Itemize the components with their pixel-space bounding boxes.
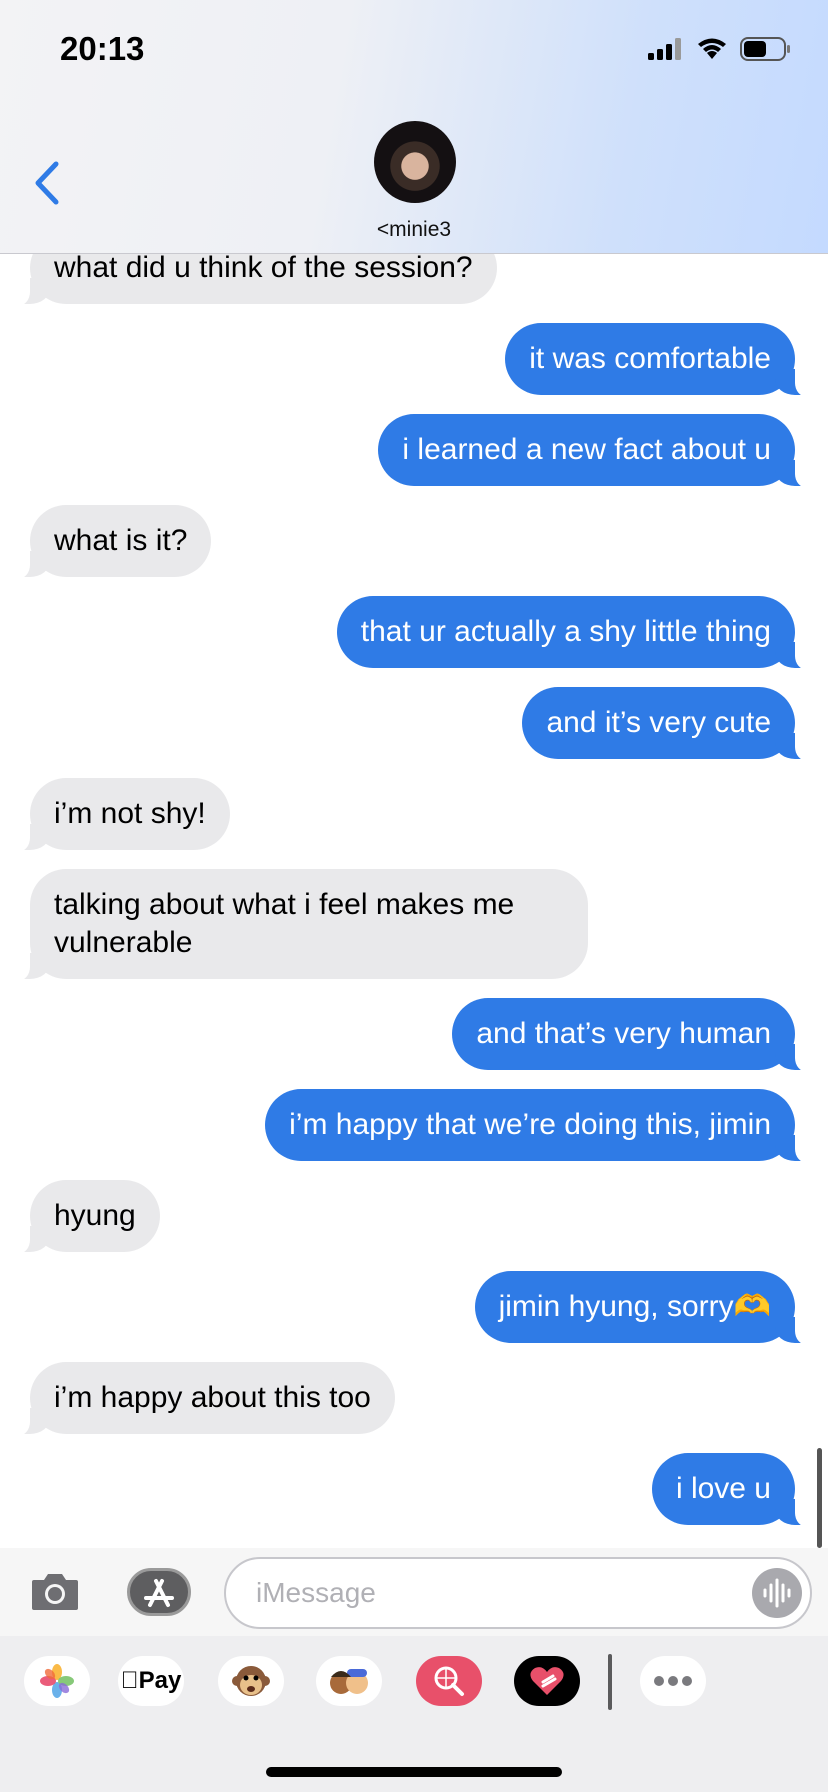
memoji-button[interactable] [316, 1656, 382, 1706]
more-icon [654, 1676, 692, 1686]
scrollbar[interactable] [817, 1448, 822, 1548]
contact-avatar[interactable] [374, 121, 456, 203]
outgoing-message[interactable]: i learned a new fact about u [378, 414, 809, 488]
digital-touch-button[interactable] [514, 1656, 580, 1706]
battery-icon [740, 37, 790, 61]
web-search-button[interactable] [416, 1656, 482, 1706]
conversation-header: 20:13 <minie3 [0, 0, 828, 254]
drawer-divider [608, 1654, 612, 1710]
wifi-icon [698, 38, 726, 59]
monkey-emoji-icon [232, 1666, 270, 1696]
signal-icon [648, 38, 681, 60]
waveform-icon [763, 1578, 791, 1608]
outgoing-message[interactable]: i love u [651, 1453, 810, 1527]
memoji-icon [330, 1669, 368, 1694]
digital-touch-icon [530, 1667, 564, 1695]
animoji-button[interactable] [218, 1656, 284, 1706]
outgoing-message[interactable]: jimin hyung, sorry🫶 [474, 1271, 810, 1345]
outgoing-message[interactable]: and that’s very human [452, 998, 809, 1072]
incoming-message[interactable]: i’m happy about this too [16, 1362, 395, 1436]
apple-pay-label: Pay [121, 1667, 182, 1694]
incoming-message[interactable]: hyung [16, 1180, 160, 1254]
incoming-message[interactable]: i’m not shy! [16, 778, 230, 852]
outgoing-message[interactable]: and it’s very cute [522, 687, 809, 761]
incoming-message[interactable]: talking about what i feel makes me vulne… [16, 869, 588, 981]
compose-bar: iMessage [0, 1548, 828, 1636]
app-store-icon [144, 1579, 174, 1607]
back-chevron-icon[interactable] [30, 158, 70, 208]
apple-pay-button[interactable]: Pay [118, 1656, 184, 1706]
outgoing-message[interactable]: that ur actually a shy little thing [336, 596, 810, 670]
photos-app-button[interactable] [24, 1656, 90, 1706]
incoming-message[interactable]: what is it? [15, 505, 212, 579]
web-search-icon [434, 1666, 464, 1696]
status-icons [648, 34, 792, 64]
audio-message-button[interactable] [752, 1568, 802, 1618]
status-time: 20:13 [60, 30, 145, 67]
imessage-input[interactable]: iMessage [224, 1557, 812, 1629]
app-store-button[interactable] [127, 1568, 191, 1616]
camera-icon[interactable] [30, 1570, 80, 1612]
more-apps-button[interactable] [640, 1656, 706, 1706]
outgoing-message[interactable]: it was comfortable [505, 323, 809, 397]
home-indicator[interactable] [266, 1767, 562, 1777]
outgoing-message[interactable]: i’m happy that we’re doing this, jimin [265, 1089, 809, 1163]
photos-icon [40, 1664, 74, 1698]
contact-name[interactable]: <minie3 [0, 218, 828, 242]
